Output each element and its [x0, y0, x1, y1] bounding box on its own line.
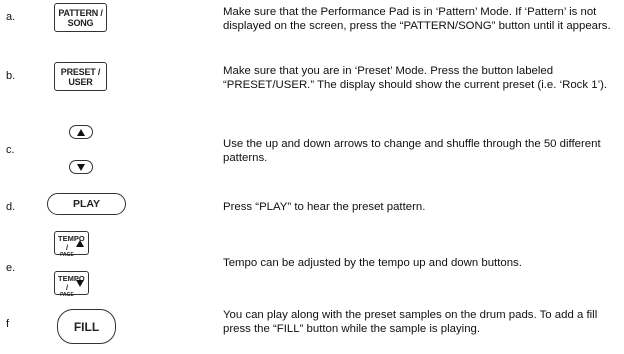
- tempo-down-button[interactable]: TEMPO / PAGE: [54, 271, 89, 298]
- up-arrow-button[interactable]: [69, 125, 93, 139]
- button-label: PLAY: [72, 198, 101, 210]
- step-letter: e.: [6, 262, 16, 274]
- button-label-line: TEMPO /: [58, 274, 85, 292]
- button-label-line: USER: [68, 76, 93, 87]
- fill-button[interactable]: FILL: [57, 309, 116, 344]
- pattern-song-button[interactable]: PATTERN / SONG: [54, 3, 107, 32]
- button-label-line: PAGE: [60, 292, 74, 298]
- down-arrow-button[interactable]: [69, 160, 93, 174]
- button-label-line: PAGE: [60, 252, 74, 258]
- step-letter: a.: [6, 11, 16, 23]
- play-button[interactable]: PLAY: [47, 193, 126, 215]
- button-label-line: TEMPO /: [58, 234, 85, 252]
- step-letter: b.: [6, 70, 16, 82]
- down-arrow-icon: [77, 163, 85, 171]
- preset-user-button[interactable]: PRESET / USER: [54, 62, 107, 91]
- tempo-up-button[interactable]: TEMPO / PAGE: [54, 231, 89, 258]
- step-description: Press “PLAY” to hear the preset pattern.: [223, 201, 426, 213]
- step-description: Make sure that you are in ‘Preset’ Mode.…: [223, 65, 608, 91]
- step-description: Tempo can be adjusted by the tempo up an…: [223, 257, 522, 269]
- button-label-line: PRESET /: [60, 66, 101, 77]
- step-letter: c.: [6, 144, 15, 156]
- down-arrow-icon: [76, 280, 84, 287]
- step-description: Make sure that the Performance Pad is in…: [223, 6, 611, 32]
- step-description: You can play along with the preset sampl…: [223, 309, 598, 335]
- step-description: Use the up and down arrows to change and…: [223, 138, 601, 164]
- up-arrow-icon: [77, 128, 85, 136]
- button-label-line: SONG: [67, 17, 94, 28]
- button-label-line: PATTERN /: [58, 7, 103, 18]
- up-arrow-icon: [76, 240, 84, 247]
- step-letter: f: [6, 318, 10, 330]
- button-label: FILL: [73, 319, 100, 334]
- step-letter: d.: [6, 201, 16, 213]
